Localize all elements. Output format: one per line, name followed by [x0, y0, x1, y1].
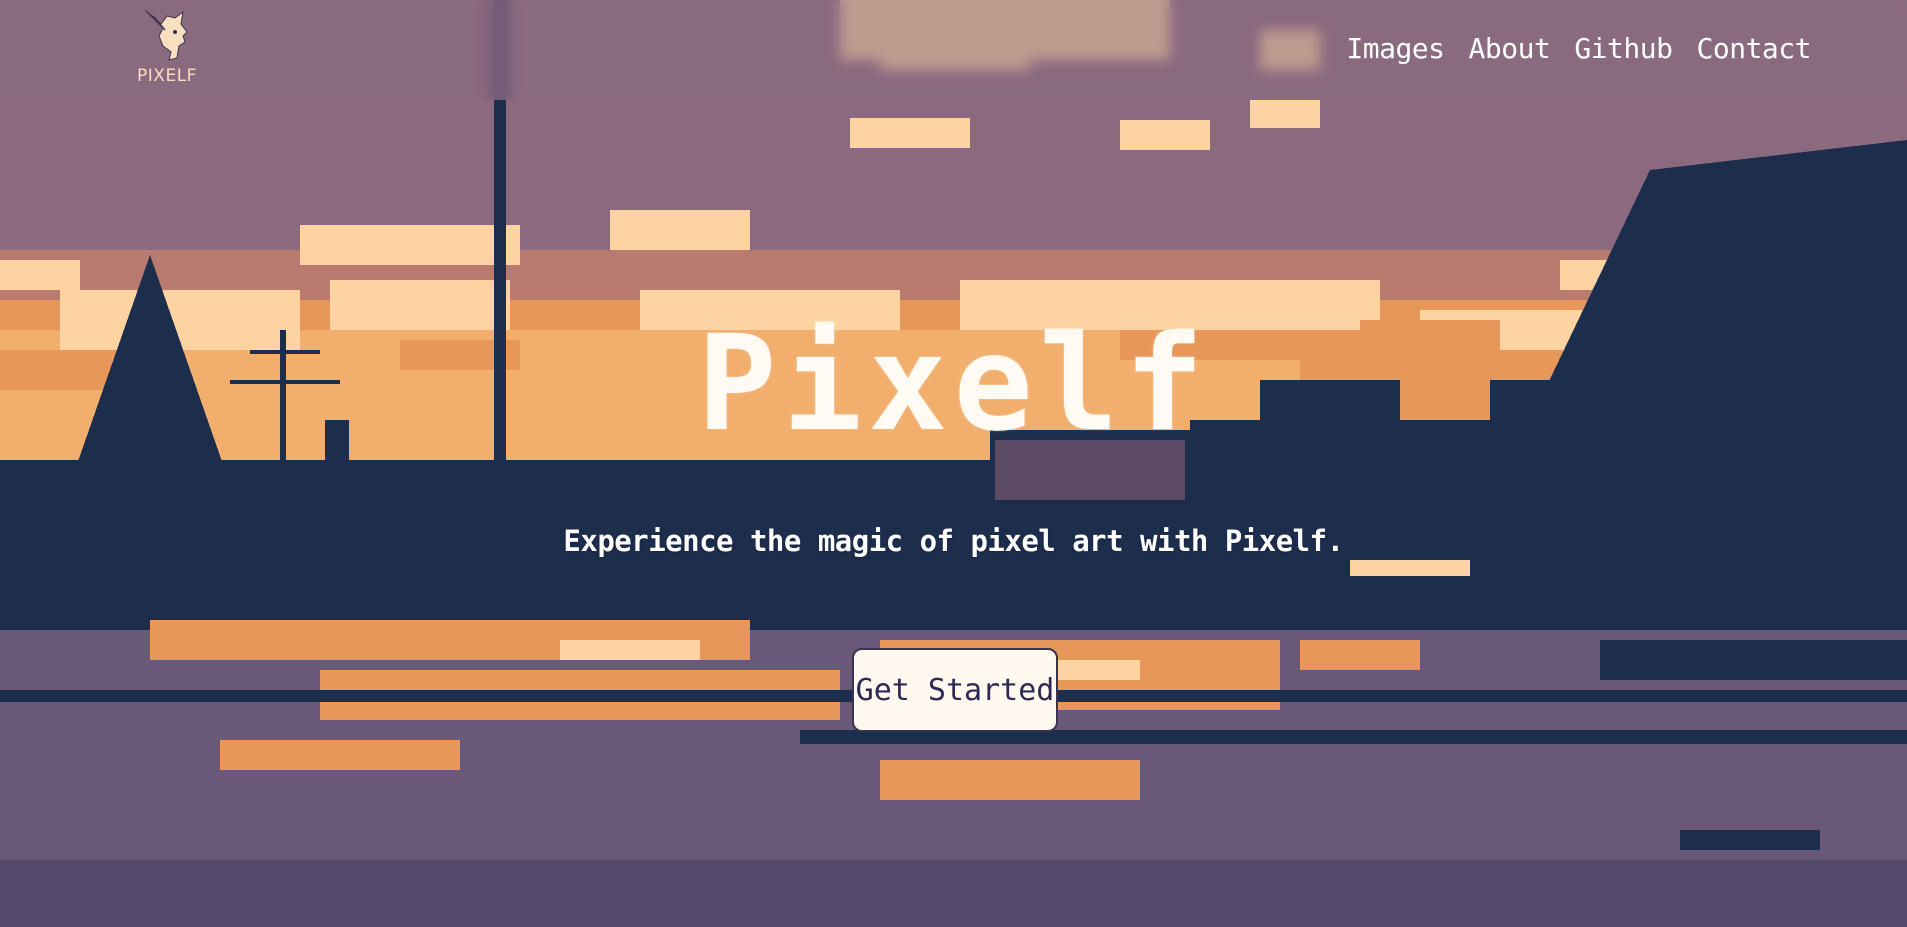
- nav-link-contact[interactable]: Contact: [1696, 32, 1811, 65]
- hero-title: Pixelf: [697, 307, 1210, 461]
- hero-background-image: [0, 0, 1907, 927]
- get-started-button[interactable]: Get Started: [852, 648, 1058, 732]
- page: PIXELF Images About Github Contact Pixel…: [0, 0, 1907, 927]
- nav-link-github[interactable]: Github: [1574, 32, 1673, 65]
- nav-link-images[interactable]: Images: [1346, 32, 1445, 65]
- elf-head-icon: [144, 9, 188, 61]
- top-navbar: PIXELF Images About Github Contact: [0, 0, 1907, 100]
- hero-subtitle: Experience the magic of pixel art with P…: [563, 524, 1344, 558]
- nav-links: Images About Github Contact: [1346, 32, 1811, 65]
- logo-text: PIXELF: [137, 66, 197, 86]
- logo[interactable]: PIXELF: [134, 6, 200, 92]
- nav-link-about[interactable]: About: [1469, 32, 1551, 65]
